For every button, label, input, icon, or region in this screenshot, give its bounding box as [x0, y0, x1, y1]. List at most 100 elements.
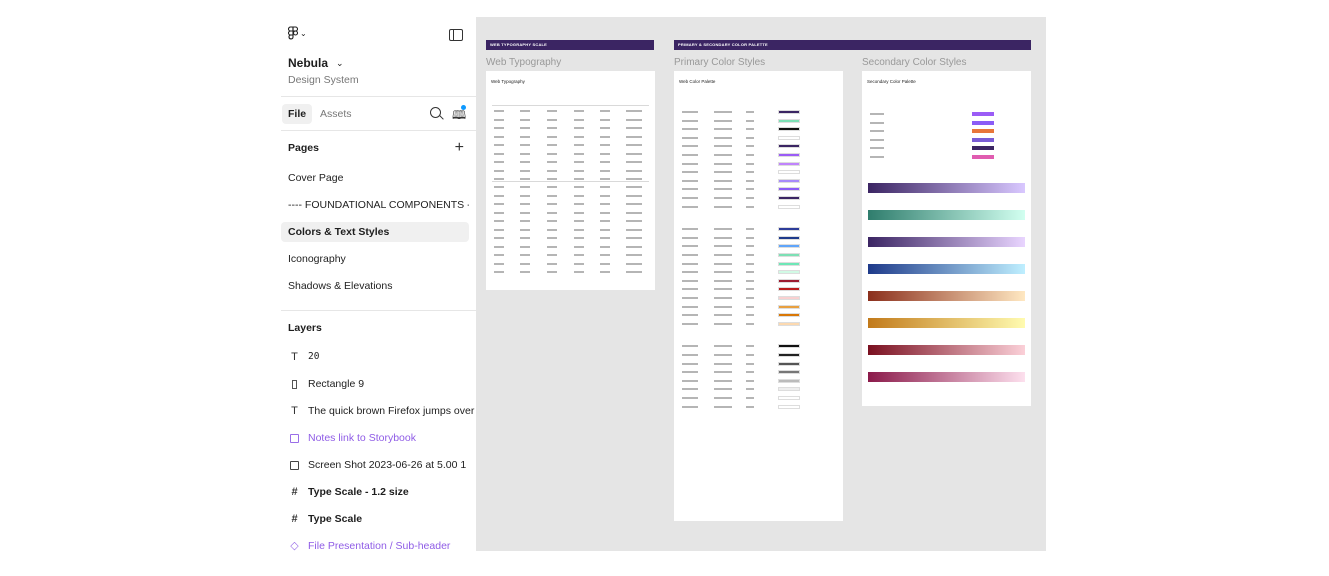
color-swatch	[778, 404, 800, 409]
table-cell	[520, 127, 530, 129]
table-cell	[574, 203, 584, 205]
layer-item[interactable]: # Type Scale	[281, 509, 476, 529]
table-cell	[870, 156, 884, 158]
table-cell	[494, 245, 504, 248]
frame-icon: #	[291, 513, 298, 525]
table-cell	[574, 118, 584, 121]
page-item-shadows-elevations[interactable]: Shadows & Elevations	[281, 276, 469, 296]
rectangle-icon	[281, 374, 308, 394]
table-cell	[714, 119, 732, 122]
layer-item[interactable]: Rectangle 9	[281, 374, 476, 394]
banner-color-palette[interactable]: PRIMARY & SECONDARY COLOR PALETTE	[674, 40, 1031, 50]
table-cell	[600, 228, 610, 231]
page-item-foundational-components[interactable]: ---- FOUNDATIONAL COMPONENTS -...	[281, 195, 469, 215]
table-cell	[714, 197, 732, 199]
frame-title-web-typography[interactable]: Web Typography	[486, 57, 561, 68]
project-subtitle: Design System	[288, 74, 359, 86]
table-cell	[870, 138, 884, 141]
table-cell	[714, 236, 732, 239]
search-icon[interactable]	[430, 107, 441, 118]
project-name: Nebula	[288, 56, 329, 70]
table-cell	[547, 271, 557, 273]
sidebar-top-row: ⌄	[281, 26, 476, 46]
frame-primary-colors[interactable]: Web Color Palette	[674, 71, 843, 521]
main-menu-button[interactable]: ⌄	[288, 26, 307, 40]
table-cell	[574, 211, 584, 214]
table-cell	[746, 197, 754, 199]
color-swatch	[972, 120, 994, 125]
color-ramp	[868, 318, 1025, 328]
banner-web-typography[interactable]: WEB TYPOGRAPHY SCALE	[486, 40, 654, 50]
color-ramp	[868, 183, 1025, 193]
table-cell	[547, 127, 557, 129]
design-canvas[interactable]: WEB TYPOGRAPHY SCALE PRIMARY & SECONDARY…	[476, 17, 1046, 551]
table-cell	[494, 262, 504, 265]
layer-item[interactable]: Notes link to Storybook	[281, 428, 476, 448]
table-cell	[746, 254, 754, 256]
layer-label: Type Scale - 1.2 size	[308, 486, 409, 498]
table-cell	[746, 371, 754, 374]
table-cell	[682, 388, 698, 391]
table-cell	[626, 254, 642, 256]
table-cell	[494, 220, 504, 222]
table-cell	[547, 220, 557, 222]
table-cell	[574, 144, 584, 146]
page-item-iconography[interactable]: Iconography	[281, 249, 469, 269]
table-cell	[682, 314, 698, 317]
table-cell	[746, 279, 754, 282]
frame-title-primary-colors[interactable]: Primary Color Styles	[674, 57, 765, 68]
table-cell	[494, 127, 504, 129]
frame-icon: #	[291, 486, 298, 498]
color-swatch	[778, 178, 800, 183]
divider	[281, 310, 476, 311]
table-cell	[746, 136, 754, 139]
table-cell	[746, 288, 754, 291]
table-cell	[626, 186, 642, 188]
color-swatch	[972, 112, 994, 116]
page-item-cover-page[interactable]: Cover Page	[281, 168, 469, 188]
table-cell	[746, 171, 754, 174]
color-ramp	[868, 210, 1025, 220]
table-cell	[746, 379, 754, 382]
table-cell	[682, 254, 698, 256]
table-cell	[682, 371, 698, 374]
table-cell	[547, 245, 557, 248]
figma-logo-icon	[288, 26, 298, 40]
layer-item[interactable]: # Type Scale - 1.2 size	[281, 482, 476, 502]
frame-secondary-colors[interactable]: Secondary Color Palette	[862, 71, 1031, 406]
tab-assets[interactable]: Assets	[314, 104, 358, 124]
table-cell	[682, 228, 698, 231]
frame-web-typography[interactable]: Web Typography	[486, 71, 655, 290]
frame-title-secondary-colors[interactable]: Secondary Color Styles	[862, 57, 967, 68]
table-cell	[714, 388, 732, 391]
table-cell	[626, 203, 642, 205]
table-cell	[714, 397, 732, 399]
project-switcher[interactable]: Nebula ⌄	[288, 56, 344, 70]
tab-file[interactable]: File	[282, 104, 313, 124]
table-cell	[547, 203, 557, 205]
layer-item[interactable]: ◇ File Presentation / Sub-header	[281, 536, 476, 551]
table-cell	[714, 354, 732, 356]
color-swatch	[972, 137, 994, 142]
layer-item[interactable]: T 20	[281, 347, 476, 367]
table-cell	[626, 237, 642, 239]
table-cell	[746, 205, 754, 208]
table-cell	[714, 405, 732, 408]
color-swatch	[778, 135, 800, 140]
color-ramp	[868, 264, 1025, 274]
table-cell	[520, 144, 530, 146]
table-cell	[714, 154, 732, 156]
table-cell	[520, 203, 530, 205]
layer-item[interactable]: T The quick brown Firefox jumps over th	[281, 401, 476, 421]
table-cell	[547, 237, 557, 239]
color-swatch	[778, 204, 800, 209]
page-item-colors-text-styles[interactable]: Colors & Text Styles	[281, 222, 469, 242]
table-cell	[547, 135, 557, 138]
table-cell	[746, 297, 754, 299]
panel-toggle-icon[interactable]	[449, 29, 463, 41]
table-cell	[682, 145, 698, 148]
add-page-icon[interactable]: +	[455, 140, 464, 156]
layer-item[interactable]: Screen Shot 2023-06-26 at 5.00 1	[281, 455, 476, 475]
table-cell	[494, 161, 504, 163]
color-swatch	[778, 353, 800, 357]
